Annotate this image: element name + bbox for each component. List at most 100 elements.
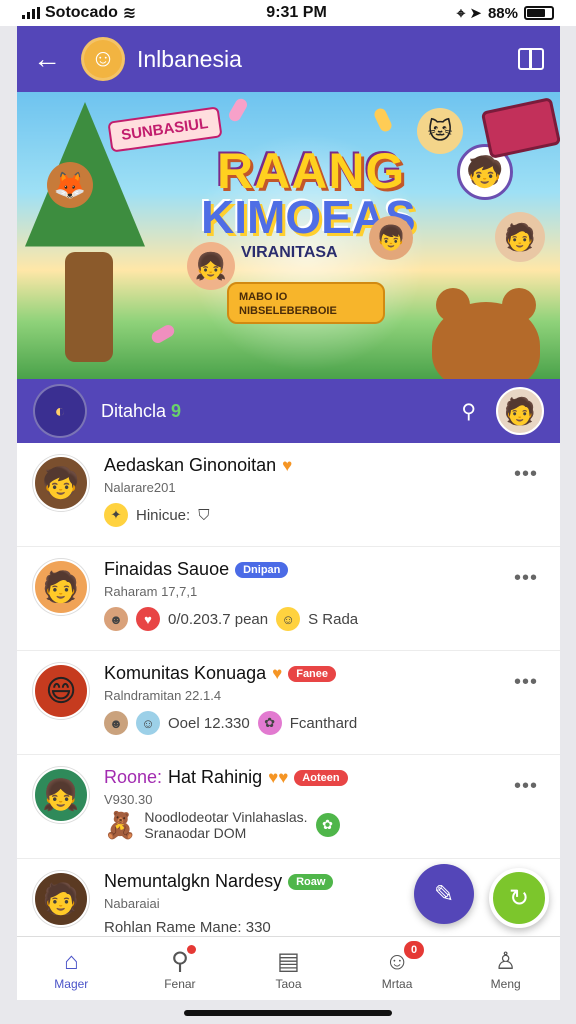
page-title: Inlbanesia (137, 45, 242, 72)
nav-label: Meng (490, 976, 521, 991)
promo-banner[interactable]: SUNBASIUL RAANG KIMOEAS VIRANITASA MABO … (17, 92, 560, 379)
chat-preview: ✦ Hinicue: ⛉ (104, 503, 544, 527)
pilot-character-icon: 🧑 (495, 212, 545, 262)
chat-badge: Aoteen (294, 769, 348, 786)
chat-name: Komunitas Konuaga ♥ Fanee (104, 663, 544, 684)
more-options-icon[interactable]: ••• (514, 567, 538, 590)
nav-item-home[interactable]: ⌂ Mager (26, 947, 116, 991)
nav-item-people[interactable]: ☺ 0 Mrtaa (352, 940, 442, 991)
chat-body: Komunitas Konuaga ♥ Fanee Ralndramitan 22.… (104, 663, 544, 754)
candy-illustration (226, 96, 250, 124)
chat-meta: Nalarare201 (104, 480, 176, 495)
chat-preview: Rohlan Rame Mane: 330 (104, 919, 544, 936)
reader-character-icon: 🐱 (417, 108, 463, 154)
avatar-mini-icon: ☻ (104, 607, 128, 631)
heart-icon: ♥ (272, 663, 283, 683)
split-view-icon[interactable] (518, 48, 544, 70)
chat-item[interactable]: 😄 Komunitas Konuaga ♥ Fanee Ralndramitan 2… (17, 651, 560, 755)
chat-badge: Fanee (288, 665, 337, 682)
home-indicator (184, 1010, 392, 1016)
back-arrow-icon[interactable]: ← (33, 43, 67, 75)
chat-name-text: Hat Rahinig (168, 767, 263, 787)
battery-percent: 88% (487, 4, 518, 22)
chat-name: Finaidas Sauoe Dnipan (104, 559, 544, 580)
chat-item[interactable]: 👧 Roone: Hat Rahinig ♥♥ Aoteen V930.30 🧸 No… (17, 755, 560, 859)
candy-illustration (372, 106, 394, 134)
chat-item[interactable]: 🧑 Finaidas Sauoe Dnipan Raharam 17,7,1 ☻ … (17, 547, 560, 651)
chat-meta: V930.30 (104, 792, 153, 807)
app-screen: ← ☺ Inlbanesia SUNBASIUL RAANG KIMOEAS V… (17, 26, 560, 1000)
chat-preview-text: Ooel 12.330 (168, 714, 250, 732)
refresh-icon: ↻ (508, 884, 530, 912)
clock: 9:31 PM (266, 4, 327, 21)
more-options-icon[interactable]: ••• (514, 671, 538, 694)
avatar-mini-icon: ☻ (104, 711, 128, 735)
nav-item-profile[interactable]: ♙ Meng (461, 947, 551, 991)
chat-name: Aedaskan Ginonoitan ♥ (104, 455, 544, 476)
girl-character-icon: 👧 (187, 242, 235, 290)
signal-icon (22, 7, 40, 19)
teddy-bear-icon: 🧸 (104, 809, 137, 840)
avatar-mini-icon: ☺ (136, 711, 160, 735)
home-icon: ⌂ (64, 947, 79, 975)
section-header: ◐ Ditahcla 9 ⚲ 🧑 (17, 379, 560, 443)
status-bar: Sotocado ≋ 9:31 PM ⌖ ➤ 88% (0, 0, 576, 26)
chat-body: Finaidas Sauoe Dnipan Raharam 17,7,1 ☻ ♥ … (104, 559, 544, 650)
nav-label: Mrtaa (381, 976, 413, 991)
inbox-icon: ▤ (277, 947, 300, 975)
chat-preview-text: Noodlodeotar Vinlahaslas. (144, 809, 308, 825)
chat-preview-lines: Noodlodeotar Vinlahaslas. Sranaodar DOM (144, 809, 307, 841)
more-options-icon[interactable]: ••• (514, 463, 538, 486)
chat-preview: ☻ ♥ 0/0.203.7 pean ☺ S Rada (104, 607, 544, 631)
heart-icon: ♥ (282, 455, 293, 475)
chat-avatar: 👧 (33, 767, 89, 823)
chat-avatar: 🧒 (33, 455, 89, 511)
heart-icon: ♥ (136, 607, 160, 631)
chat-name-text: Komunitas Konuaga (104, 663, 267, 683)
flower-icon: ✿ (257, 711, 282, 735)
channel-badge[interactable]: ◐ (33, 384, 87, 438)
carrier-label: Sotocado (45, 4, 118, 21)
leaf-icon: ✿ (315, 813, 340, 837)
chat-item[interactable]: 🧒 Aedaskan Ginonoitan ♥ Nalarare201 ✦ Hin… (17, 443, 560, 547)
location-icon: ⌖ ➤ (456, 5, 482, 22)
banner-subline: VIRANITASA (241, 244, 338, 261)
candy-illustration (149, 322, 177, 346)
chat-badge: Roaw (288, 873, 334, 890)
keyboard-illustration (480, 97, 560, 159)
nav-label: Taoa (275, 976, 302, 991)
notification-badge: 0 (404, 940, 425, 959)
chat-avatar: 🧑 (33, 871, 89, 927)
group-avatar[interactable]: ☺ (81, 37, 125, 81)
nav-item-inbox[interactable]: ▤ Taoa (243, 947, 333, 991)
treehouse-trunk (65, 252, 113, 362)
heart-icon: ♥♥ (268, 767, 289, 787)
chat-preview-text: 0/0.203.7 pean (168, 610, 269, 628)
status-right: ⌖ ➤ 88% (457, 4, 554, 22)
shield-icon: ⛉ (198, 506, 210, 524)
chat-avatar: 😄 (33, 663, 89, 719)
chat-meta: Nabaraiai (104, 896, 160, 911)
chat-name-text: Nemuntalgkn Nardesy (104, 871, 283, 891)
user-icon[interactable]: ⚲ (461, 399, 476, 424)
chat-body: Aedaskan Ginonoitan ♥ Nalarare201 ✦ Hinic… (104, 455, 544, 546)
more-options-icon[interactable]: ••• (514, 775, 538, 798)
chat-meta: Ralndramitan 22.1.4 (104, 688, 222, 703)
banner-tag: SUNBASIUL (107, 106, 223, 153)
chat-body: Roone: Hat Rahinig ♥♥ Aoteen V930.30 🧸 Nood… (104, 767, 544, 858)
nav-label: Mager (54, 976, 89, 991)
profile-icon: ♙ (494, 947, 517, 975)
nav-item-search[interactable]: ⚲ Fenar (135, 944, 225, 991)
nav-label: Fenar (164, 976, 196, 991)
banner-cta-button[interactable]: MABO IO NIBSELEBERBOIE (227, 282, 385, 324)
chat-icon: ✎ (433, 880, 455, 908)
chat-name-prefix: Roone: (104, 767, 163, 787)
chat-meta: Raharam 17,7,1 (104, 584, 198, 599)
profile-avatar[interactable]: 🧑 (496, 387, 544, 435)
chat-badge: Dnipan (235, 561, 289, 578)
chat-name: Nemuntalgkn Nardesy Roaw (104, 871, 544, 892)
refresh-button[interactable]: ↻ (489, 868, 549, 928)
boy-character-icon: 👦 (369, 216, 413, 260)
teddy-bear-illustration (432, 288, 540, 379)
new-chat-button[interactable]: ✎ (414, 864, 474, 924)
